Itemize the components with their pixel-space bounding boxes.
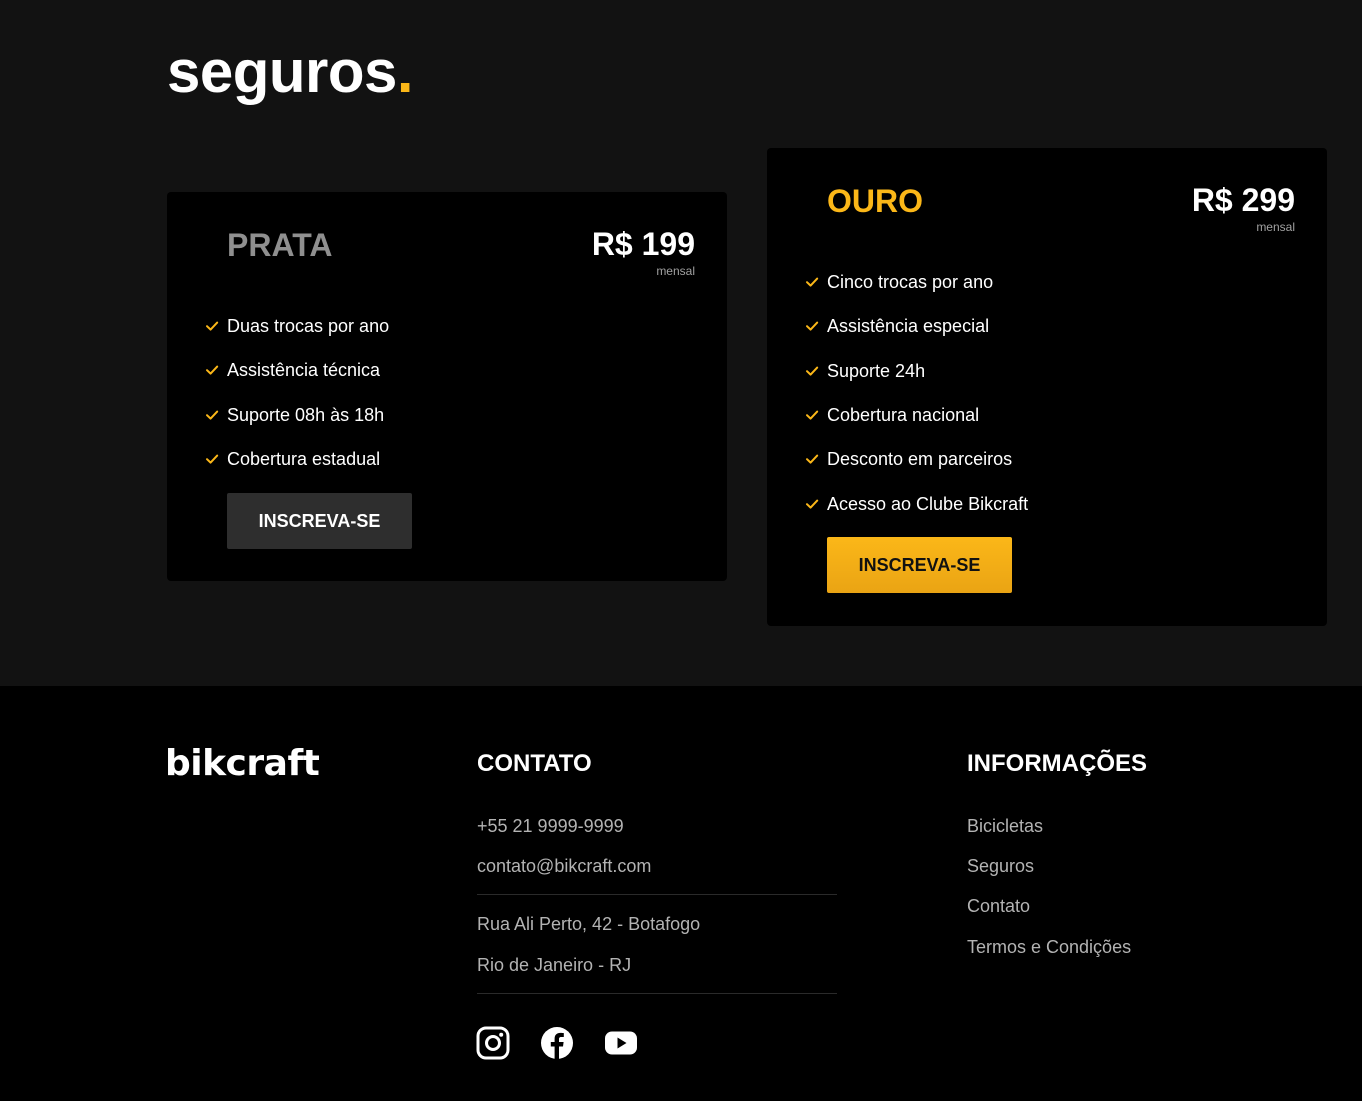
feature-item: Duas trocas por ano xyxy=(205,304,389,348)
feature-item: Cobertura estadual xyxy=(205,437,389,481)
plan-card-prata: PRATA R$ 199 mensal Duas trocas por ano … xyxy=(167,192,727,581)
contact-phone-link[interactable]: +55 21 9999-9999 xyxy=(477,815,624,837)
feature-item: Suporte 08h às 18h xyxy=(205,393,389,437)
plan-period: mensal xyxy=(1256,220,1295,234)
feature-text: Duas trocas por ano xyxy=(227,316,390,337)
plan-card-ouro: OURO R$ 299 mensal Cinco trocas por ano … xyxy=(767,148,1327,626)
feature-text: Cobertura nacional xyxy=(827,405,980,426)
feature-text: Cinco trocas por ano xyxy=(827,272,994,293)
instagram-icon[interactable] xyxy=(475,1025,511,1061)
plan-name: OURO xyxy=(827,183,923,219)
plan-name: PRATA xyxy=(227,227,333,263)
feature-text: Assistência técnica xyxy=(227,360,381,381)
feature-list: Duas trocas por ano Assistência técnica … xyxy=(205,304,389,481)
page-title-dot: . xyxy=(396,38,414,105)
feature-text: Suporte 24h xyxy=(827,360,926,381)
informacoes-heading: INFORMAÇÕES xyxy=(967,750,1147,777)
check-icon xyxy=(205,319,219,333)
subscribe-button-prata[interactable]: INSCREVA-SE xyxy=(227,493,412,549)
check-icon xyxy=(805,497,819,511)
feature-item: Desconto em parceiros xyxy=(805,437,1028,481)
feature-item: Cobertura nacional xyxy=(805,393,1028,437)
check-icon xyxy=(205,408,219,422)
feature-text: Desconto em parceiros xyxy=(827,449,1013,470)
footer-link-seguros[interactable]: Seguros xyxy=(967,855,1034,877)
feature-text: Suporte 08h às 18h xyxy=(227,404,385,425)
check-icon xyxy=(205,452,219,466)
feature-item: Suporte 24h xyxy=(805,349,1028,393)
check-icon xyxy=(805,319,819,333)
footer-link-bicicletas[interactable]: Bicicletas xyxy=(967,815,1043,837)
feature-text: Assistência especial xyxy=(827,316,990,337)
contact-address: Rua Ali Perto, 42 - Botafogo xyxy=(477,914,701,934)
check-icon xyxy=(805,275,819,289)
feature-item: Assistência técnica xyxy=(205,348,389,392)
subscribe-button-ouro[interactable]: INSCREVA-SE xyxy=(827,537,1012,593)
footer-link-contato[interactable]: Contato xyxy=(967,895,1030,917)
feature-item: Acesso ao Clube Bikcraft xyxy=(805,481,1028,525)
feature-text: Acesso ao Clube Bikcraft xyxy=(827,493,1029,514)
feature-item: Assistência especial xyxy=(805,304,1028,348)
page-title: seguros. xyxy=(167,36,414,108)
contact-email-link[interactable]: contato@bikcraft.com xyxy=(477,855,651,877)
youtube-icon[interactable] xyxy=(603,1025,639,1061)
contato-heading: CONTATO xyxy=(477,750,592,777)
check-icon xyxy=(805,452,819,466)
plan-price: R$ 299 xyxy=(1191,182,1295,218)
footer-logo[interactable]: bikcraft xyxy=(165,742,320,786)
plan-price: R$ 199 xyxy=(591,226,695,262)
plan-period: mensal xyxy=(656,264,695,278)
facebook-icon[interactable] xyxy=(539,1025,575,1061)
divider xyxy=(477,993,837,994)
footer: bikcraft CONTATO +55 21 9999-9999 contat… xyxy=(0,686,1362,1101)
check-icon xyxy=(805,408,819,422)
feature-text: Cobertura estadual xyxy=(227,449,381,470)
check-icon xyxy=(205,363,219,377)
divider xyxy=(477,894,837,895)
page-title-text: seguros xyxy=(167,38,397,105)
contact-city: Rio de Janeiro - RJ xyxy=(477,955,632,975)
feature-list: Cinco trocas por ano Assistência especia… xyxy=(805,260,1028,526)
check-icon xyxy=(805,364,819,378)
footer-link-termos[interactable]: Termos e Condições xyxy=(967,936,1131,958)
feature-item: Cinco trocas por ano xyxy=(805,260,1028,304)
